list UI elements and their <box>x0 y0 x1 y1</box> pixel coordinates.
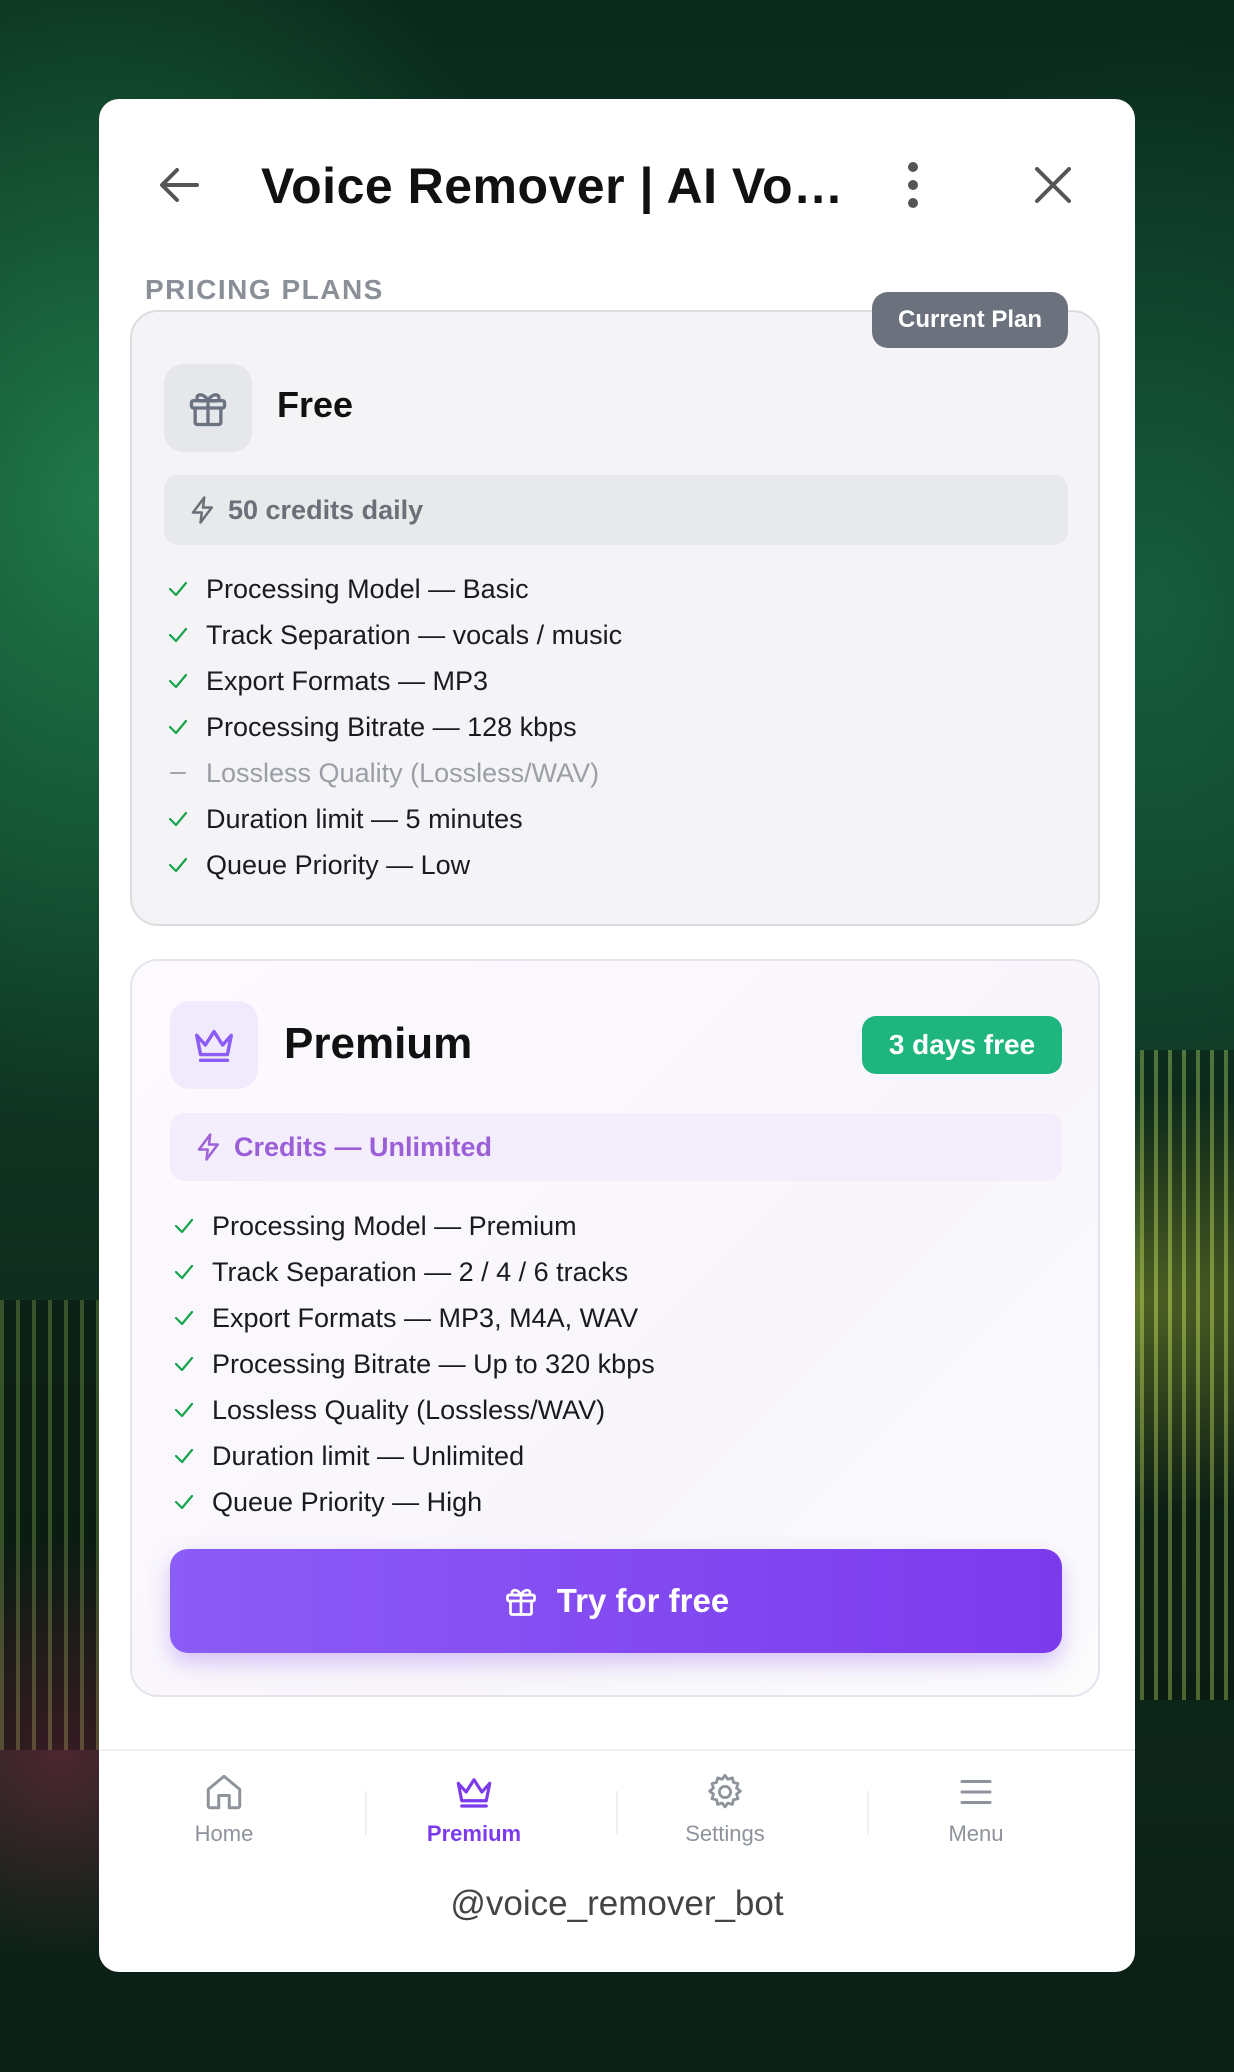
feature-text: Export Formats — MP3 <box>206 665 489 696</box>
tab-label: Home <box>194 1821 254 1846</box>
premium-credits-label: Credits — Unlimited <box>234 1131 493 1162</box>
home-icon <box>206 1774 242 1810</box>
feature-item: Duration limit — Unlimited <box>172 1433 655 1479</box>
premium-plan-icon-box <box>170 1001 258 1089</box>
check-icon <box>168 627 188 643</box>
tab-settings[interactable]: Settings <box>600 1771 850 1871</box>
check-icon <box>174 1356 194 1372</box>
feature-text: Processing Model — Basic <box>206 573 529 604</box>
trial-badge: 3 days free <box>862 1016 1062 1074</box>
feature-text: Lossless Quality (Lossless/WAV) <box>212 1394 606 1425</box>
check-icon <box>168 581 188 597</box>
feature-text: Queue Priority — High <box>212 1486 483 1517</box>
crown-icon <box>456 1778 492 1808</box>
feature-item: Queue Priority — High <box>172 1479 655 1525</box>
check-icon <box>168 811 188 827</box>
feature-item: Track Separation — vocals / music <box>166 612 622 658</box>
check-icon <box>174 1310 194 1326</box>
tab-label: Settings <box>685 1821 765 1846</box>
tab-home[interactable]: Home <box>99 1771 349 1871</box>
dash-icon <box>170 772 186 774</box>
check-icon <box>174 1218 194 1234</box>
feature-text: Processing Bitrate — 128 kbps <box>206 711 577 742</box>
feature-text: Processing Model — Premium <box>212 1210 577 1241</box>
feature-text: Track Separation — vocals / music <box>206 619 623 650</box>
free-plan-name: Free <box>277 384 354 425</box>
free-plan-icon-box <box>164 364 252 452</box>
feature-item: Processing Model — Premium <box>172 1203 655 1249</box>
lightning-icon <box>197 1133 219 1161</box>
background-decoration <box>0 1300 100 1750</box>
lightning-icon <box>191 496 213 524</box>
tab-menu[interactable]: Menu <box>851 1771 1101 1871</box>
gear-icon <box>708 1773 742 1809</box>
feature-item: Processing Bitrate — Up to 320 kbps <box>172 1341 655 1387</box>
header: Voice Remover | AI Voc... <box>99 99 1135 259</box>
feature-item: Lossless Quality (Lossless/WAV) <box>172 1387 655 1433</box>
check-icon <box>174 1494 194 1510</box>
feature-item: Export Formats — MP3, M4A, WAV <box>172 1295 655 1341</box>
more-vertical-icon <box>908 162 918 208</box>
tab-premium[interactable]: Premium <box>349 1771 599 1871</box>
free-feature-list: Processing Model — Basic Track Separatio… <box>166 566 622 888</box>
arrow-left-icon <box>160 168 199 202</box>
try-for-free-label: Try for free <box>556 1582 730 1619</box>
current-plan-badge: Current Plan <box>872 292 1068 348</box>
back-button[interactable] <box>139 145 219 225</box>
gift-icon <box>505 1588 536 1616</box>
feature-item-disabled: Lossless Quality (Lossless/WAV) <box>166 750 622 796</box>
check-icon <box>174 1264 194 1280</box>
feature-text: Processing Bitrate — Up to 320 kbps <box>212 1348 655 1379</box>
feature-item: Track Separation — 2 / 4 / 6 tracks <box>172 1249 655 1295</box>
menu-icon <box>960 1780 992 1804</box>
feature-item: Export Formats — MP3 <box>166 658 622 704</box>
check-icon <box>168 673 188 689</box>
feature-item: Duration limit — 5 minutes <box>166 796 622 842</box>
bot-handle: @voice_remover_bot <box>450 1884 784 1923</box>
close-icon <box>1035 167 1071 203</box>
premium-credits-bar: Credits — Unlimited <box>170 1113 1062 1181</box>
feature-text: Duration limit — Unlimited <box>212 1440 525 1471</box>
feature-text: Lossless Quality (Lossless/WAV) <box>206 757 600 788</box>
try-for-free-button[interactable]: Try for free <box>170 1549 1062 1653</box>
page-title: Voice Remover | AI Voc... <box>261 158 851 214</box>
feature-text: Track Separation — 2 / 4 / 6 tracks <box>212 1256 629 1287</box>
gift-icon <box>189 393 227 427</box>
more-options-button[interactable] <box>873 145 953 225</box>
feature-item: Queue Priority — Low <box>166 842 622 888</box>
section-label: PRICING PLANS <box>145 274 384 305</box>
feature-text: Duration limit — 5 minutes <box>206 803 523 834</box>
crown-icon <box>195 1029 233 1063</box>
feature-text: Export Formats — MP3, M4A, WAV <box>212 1302 639 1333</box>
mini-app-window: Voice Remover | AI Voc... PRICING PLANS … <box>99 99 1135 1972</box>
free-credits-bar: 50 credits daily <box>164 475 1068 545</box>
check-icon <box>174 1448 194 1464</box>
background-decoration <box>1140 1050 1234 1700</box>
close-button[interactable] <box>1013 145 1093 225</box>
check-icon <box>168 857 188 873</box>
premium-plan-name: Premium <box>284 1019 473 1068</box>
free-plan-card: Free 50 credits daily Processing Model —… <box>130 310 1100 926</box>
check-icon <box>174 1402 194 1418</box>
tab-label: Premium <box>426 1821 522 1846</box>
free-credits-label: 50 credits daily <box>228 494 424 525</box>
bottom-tab-bar: Home Premium Settings Menu <box>99 1749 1135 1871</box>
check-icon <box>168 719 188 735</box>
premium-feature-list: Processing Model — Premium Track Separat… <box>172 1203 655 1525</box>
feature-item: Processing Model — Basic <box>166 566 622 612</box>
tab-label: Menu <box>948 1821 1004 1846</box>
feature-text: Queue Priority — Low <box>206 849 471 880</box>
feature-item: Processing Bitrate — 128 kbps <box>166 704 622 750</box>
premium-plan-card: Premium 3 days free Credits — Unlimited … <box>130 959 1100 1697</box>
